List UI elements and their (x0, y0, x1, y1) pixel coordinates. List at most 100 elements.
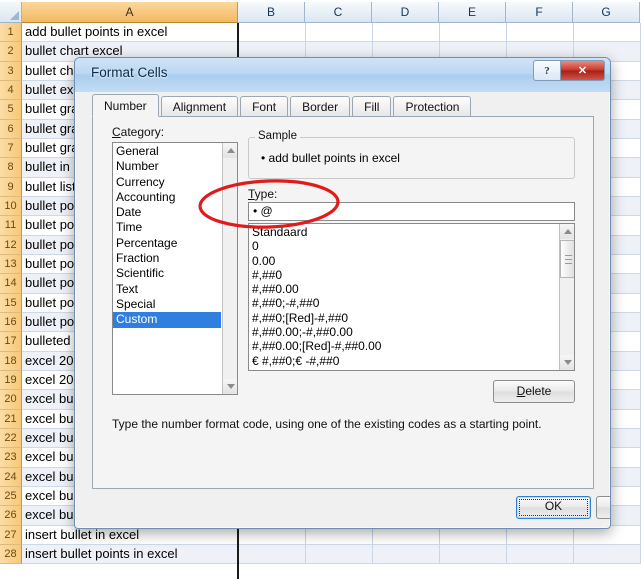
cell-g1[interactable] (574, 23, 641, 43)
cell-e1[interactable] (440, 23, 507, 43)
category-item-special[interactable]: Special (113, 297, 221, 312)
cell-c28[interactable] (306, 544, 373, 565)
tab-font[interactable]: Font (240, 96, 289, 117)
format-code-item-3[interactable]: #,##0 (249, 268, 558, 282)
format-code-item-5[interactable]: #,##0;-#,##0 (249, 296, 558, 310)
close-icon[interactable]: ✕ (561, 60, 605, 81)
cancel-button[interactable]: Cancel (596, 496, 610, 519)
tab-protection[interactable]: Protection (393, 96, 472, 117)
row-header-12[interactable]: 12 (0, 235, 22, 255)
row-header-13[interactable]: 13 (0, 254, 22, 275)
format-code-item-9[interactable]: € #,##0;€ -#,##0 (249, 354, 558, 368)
row-header-3[interactable]: 3 (0, 61, 22, 81)
format-code-item-8[interactable]: #,##0.00;[Red]-#,##0.00 (249, 339, 558, 353)
format-code-item-4[interactable]: #,##0.00 (249, 282, 558, 296)
scroll-down-arrow-icon[interactable] (560, 355, 574, 370)
row-header-10[interactable]: 10 (0, 196, 22, 217)
column-header-g[interactable]: G (573, 2, 640, 23)
category-item-text[interactable]: Text (113, 282, 221, 297)
row-header-1[interactable]: 1 (0, 23, 22, 43)
category-item-custom[interactable]: Custom (113, 312, 221, 328)
category-item-scientific[interactable]: Scientific (113, 266, 221, 281)
cell-d28[interactable] (373, 544, 440, 565)
category-scrollbar[interactable] (222, 143, 237, 394)
cell-a1[interactable]: add bullet points in excel (22, 23, 238, 43)
sample-legend-label: Sample (255, 130, 300, 142)
cell-d1[interactable] (373, 23, 440, 43)
row-header-18[interactable]: 18 (0, 351, 22, 371)
column-header-e[interactable]: E (439, 2, 506, 23)
format-code-item-10[interactable]: € #,##0;[Red]€ -#,##0 (249, 368, 558, 370)
row-header-2[interactable]: 2 (0, 42, 22, 62)
cell-g28[interactable] (574, 544, 641, 565)
row-header-7[interactable]: 7 (0, 138, 22, 159)
cell-b28[interactable] (239, 544, 306, 565)
delete-button[interactable]: Delete (493, 380, 575, 403)
column-header-a[interactable]: A (22, 2, 238, 23)
category-listbox[interactable]: General Number Currency Accounting Date Time P… (112, 142, 238, 395)
help-button[interactable]: ? (533, 60, 561, 81)
tab-alignment[interactable]: Alignment (160, 96, 239, 117)
cell-c1[interactable] (306, 23, 373, 43)
dialog-tabs[interactable]: Number Alignment Font Border Fill Protection (92, 94, 594, 117)
format-code-listbox[interactable]: Standaard 0 0.00 #,##0 #,##0.00 #,##0;-#,##0 #… (248, 223, 575, 371)
hint-text: Type the number format code, using one o… (112, 417, 542, 431)
category-item-number[interactable]: Number (113, 159, 221, 174)
format-code-item-2[interactable]: 0.00 (249, 254, 558, 268)
cell-f28[interactable] (507, 544, 574, 565)
row-header-17[interactable]: 17 (0, 332, 22, 352)
row-header-6[interactable]: 6 (0, 119, 22, 139)
category-item-currency[interactable]: Currency (113, 175, 221, 190)
select-all-triangle-icon (10, 11, 19, 20)
category-item-accounting[interactable]: Accounting (113, 190, 221, 205)
column-header-d[interactable]: D (372, 2, 439, 23)
category-item-time[interactable]: Time (113, 220, 221, 235)
row-header-26[interactable]: 26 (0, 506, 22, 526)
row-header-16[interactable]: 16 (0, 312, 22, 333)
row-header-9[interactable]: 9 (0, 177, 22, 197)
row-header-22[interactable]: 22 (0, 428, 22, 449)
column-header-c[interactable]: C (305, 2, 372, 23)
select-all-corner-button[interactable] (0, 2, 22, 23)
cell-b1[interactable] (239, 23, 306, 43)
type-input[interactable]: • @ (248, 202, 575, 221)
tab-fill[interactable]: Fill (352, 96, 392, 117)
row-header-8[interactable]: 8 (0, 158, 22, 178)
column-header-f[interactable]: F (506, 2, 573, 23)
row-header-5[interactable]: 5 (0, 100, 22, 120)
tab-border[interactable]: Border (290, 96, 351, 117)
scroll-down-arrow-icon[interactable] (223, 379, 237, 394)
column-header-b[interactable]: B (238, 2, 305, 23)
row-header-19[interactable]: 19 (0, 370, 22, 391)
row-header-27[interactable]: 27 (0, 525, 22, 545)
format-code-item-7[interactable]: #,##0.00;-#,##0.00 (249, 325, 558, 339)
row-header-15[interactable]: 15 (0, 293, 22, 313)
format-code-scrollbar[interactable] (559, 224, 574, 370)
row-header-11[interactable]: 11 (0, 216, 22, 236)
ok-button[interactable]: OK (516, 496, 591, 519)
row-header-21[interactable]: 21 (0, 409, 22, 429)
row-header-24[interactable]: 24 (0, 467, 22, 487)
scroll-up-arrow-icon[interactable] (223, 143, 237, 158)
category-item-fraction[interactable]: Fraction (113, 251, 221, 266)
category-item-percentage[interactable]: Percentage (113, 236, 221, 251)
format-cells-dialog[interactable]: Format Cells ? ✕ Number Alignment Font Bord… (74, 57, 611, 529)
row-header-25[interactable]: 25 (0, 486, 22, 507)
cell-f1[interactable] (507, 23, 574, 43)
scroll-up-arrow-icon[interactable] (560, 224, 574, 239)
tab-number[interactable]: Number (92, 94, 159, 117)
row-header-14[interactable]: 14 (0, 274, 22, 294)
category-item-general[interactable]: General (113, 144, 221, 159)
cell-a28[interactable]: insert bullet points in excel (22, 544, 238, 565)
row-header-20[interactable]: 20 (0, 390, 22, 410)
cell-e28[interactable] (440, 544, 507, 565)
format-code-item-1[interactable]: 0 (249, 239, 558, 253)
row-header-28[interactable]: 28 (0, 544, 22, 565)
format-code-item-6[interactable]: #,##0;[Red]-#,##0 (249, 311, 558, 325)
scrollbar-thumb[interactable] (560, 240, 574, 278)
row-header-4[interactable]: 4 (0, 80, 22, 101)
row-header-23[interactable]: 23 (0, 448, 22, 468)
dialog-title-bar[interactable]: Format Cells ? ✕ (75, 58, 610, 92)
category-item-date[interactable]: Date (113, 205, 221, 220)
format-code-item-0[interactable]: Standaard (249, 225, 558, 239)
